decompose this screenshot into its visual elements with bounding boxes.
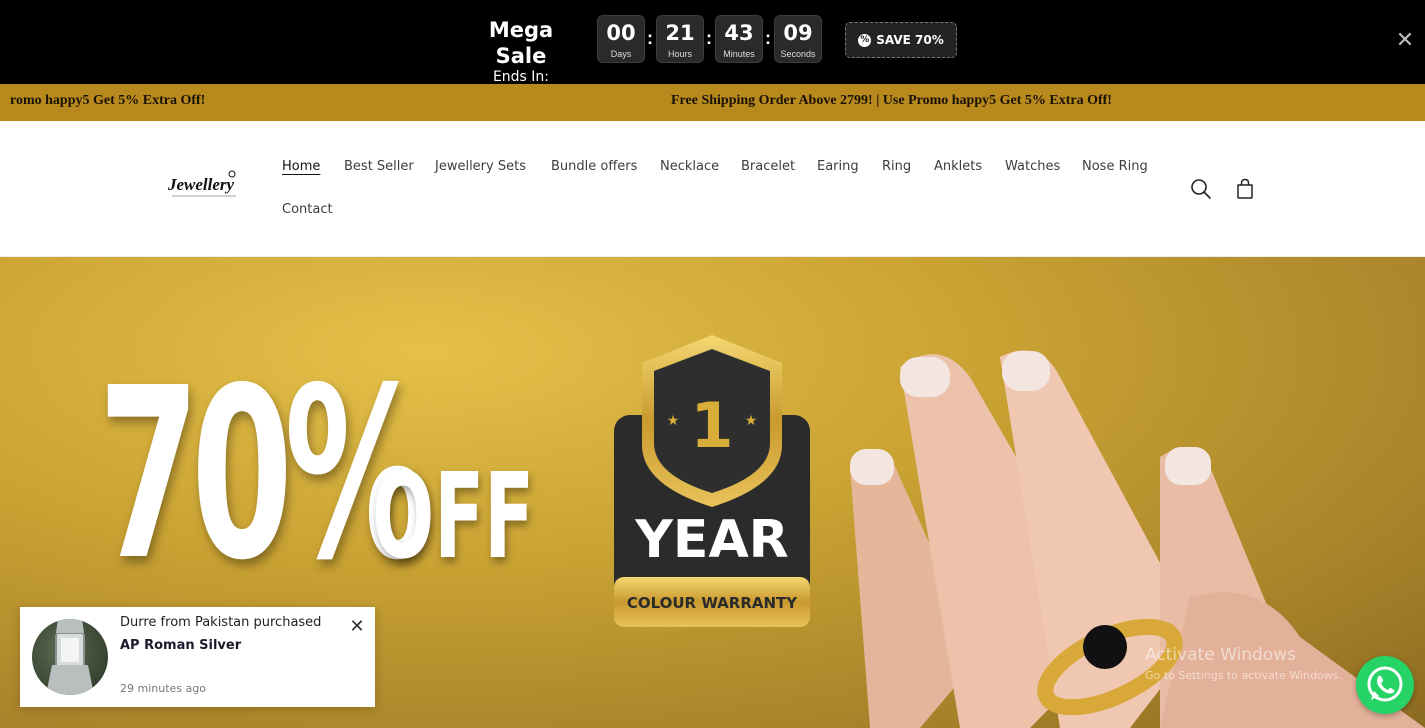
countdown-separator: : [706, 28, 712, 48]
nav-best-seller[interactable]: Best Seller [344, 159, 414, 174]
close-icon[interactable]: ✕ [346, 615, 368, 637]
save-70-button[interactable]: % SAVE 70% [845, 22, 957, 58]
sale-title: Mega Sale [488, 18, 554, 68]
seconds-label: Seconds [780, 49, 816, 59]
countdown-bar: Mega Sale Ends In: 00 Days : 21 Hours : … [0, 0, 1425, 85]
nav-home[interactable]: Home [282, 159, 320, 174]
cart-icon[interactable] [1231, 175, 1259, 203]
nav-bracelet[interactable]: Bracelet [741, 159, 795, 174]
days-value: 00 [606, 21, 636, 45]
countdown-days: 00 Days [597, 15, 645, 63]
badge-year: YEAR [634, 510, 788, 570]
purchase-time: 29 minutes ago [120, 682, 206, 695]
badge-number: 1 [690, 389, 733, 462]
countdown-separator: : [647, 28, 653, 48]
activate-windows-title: Activate Windows [1145, 645, 1296, 665]
svg-text:★: ★ [667, 412, 680, 428]
nav-watches[interactable]: Watches [1005, 159, 1060, 174]
days-label: Days [610, 49, 632, 59]
seconds-value: 09 [783, 21, 813, 45]
product-thumbnail [32, 619, 108, 695]
percent-badge-icon: % [858, 33, 872, 47]
countdown-separator: : [765, 28, 771, 48]
site-header: Jewellery Home Best Seller Jewellery Set… [0, 121, 1425, 257]
close-icon[interactable]: ✕ [1394, 26, 1416, 54]
countdown-hours: 21 Hours [656, 15, 704, 63]
whatsapp-icon[interactable] [1356, 656, 1414, 714]
purchase-message: Durre from Pakistan purchased [120, 615, 322, 630]
nav-nose-ring[interactable]: Nose Ring [1082, 159, 1148, 174]
promo-text-left: romo happy5 Get 5% Extra Off! [10, 93, 206, 108]
hours-label: Hours [667, 49, 692, 59]
promo-text-right: Free Shipping Order Above 2799! | Use Pr… [671, 93, 1112, 108]
nav-contact[interactable]: Contact [282, 202, 333, 217]
search-icon[interactable] [1187, 175, 1215, 203]
promo-marquee: romo happy5 Get 5% Extra Off! Free Shipp… [0, 84, 1425, 121]
minutes-label: Minutes [723, 49, 755, 59]
nav-earing[interactable]: Earing [817, 159, 859, 174]
hours-value: 21 [665, 21, 695, 45]
activate-windows-subtitle: Go to Settings to activate Windows. [1145, 669, 1343, 682]
badge-ribbon: COLOUR WARRANTY [627, 594, 798, 612]
ends-in-label: Ends In: [492, 69, 550, 85]
hero-off: OFF [372, 447, 535, 585]
countdown-minutes: 43 Minutes [715, 15, 763, 63]
nav-jewellery-sets[interactable]: Jewellery Sets [435, 159, 526, 174]
nav-necklace[interactable]: Necklace [660, 159, 719, 174]
countdown-title: Mega Sale Ends In: [468, 17, 574, 85]
warranty-badge-icon: 1 ★ ★ YEAR COLOUR WARRANTY [614, 335, 810, 627]
product-name-link[interactable]: AP Roman Silver [120, 638, 241, 653]
minutes-value: 43 [724, 21, 754, 45]
save-button-label: SAVE 70% [876, 33, 944, 47]
logo-text: Jewellery [167, 175, 235, 194]
nav-ring[interactable]: Ring [882, 159, 911, 174]
countdown-seconds: 09 Seconds [774, 15, 822, 63]
purchase-notification[interactable]: Durre from Pakistan purchased AP Roman S… [20, 607, 375, 707]
logo[interactable]: Jewellery [166, 169, 244, 203]
nav-bundle-offers[interactable]: Bundle offers [551, 159, 637, 174]
svg-text:★: ★ [745, 412, 758, 428]
nav-anklets[interactable]: Anklets [934, 159, 982, 174]
